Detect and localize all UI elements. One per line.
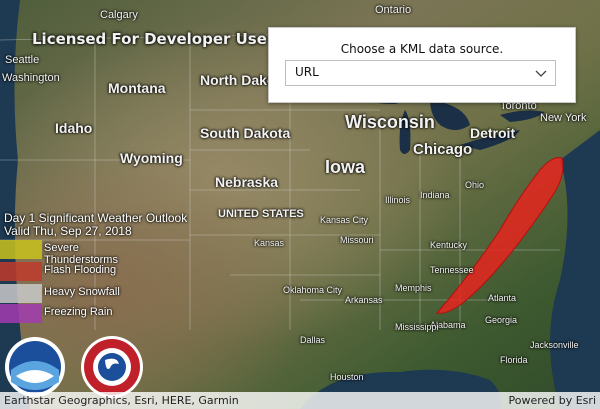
kml-source-dropdown[interactable]: URL [285, 60, 556, 86]
legend-item-severe-thunderstorms: Severe Thunderstorms [0, 240, 150, 266]
map-label-indiana: Indiana [420, 190, 450, 200]
map-label-country: UNITED STATES [218, 208, 304, 220]
legend-title: Day 1 Significant Weather Outlook Valid … [4, 212, 187, 238]
legend-swatch [0, 304, 42, 323]
legend-item-flash-flooding: Flash Flooding [0, 262, 150, 281]
powered-by-esri[interactable]: Powered by Esri [508, 394, 596, 407]
legend-title-line2: Valid Thu, Sep 27, 2018 [4, 224, 132, 238]
map-label-jacksonville: Jacksonville [530, 340, 579, 350]
map-label-florida: Florida [500, 355, 528, 365]
map-label-wyoming: Wyoming [120, 150, 183, 166]
map-label-iowa: Iowa [325, 157, 366, 177]
map-label-nebraska: Nebraska [215, 174, 279, 190]
legend-swatch [0, 284, 42, 303]
legend-item-freezing-rain: Freezing Rain [0, 304, 150, 323]
kml-source-panel: Choose a KML data source. URL [268, 27, 576, 103]
map-label-wisconsin: Wisconsin [345, 112, 435, 132]
legend-item-heavy-snowfall: Heavy Snowfall [0, 284, 150, 303]
national-weather-service-logo [81, 336, 143, 398]
legend-label: Heavy Snowfall [44, 286, 120, 298]
map-label-memphis: Memphis [395, 283, 432, 293]
map-label-detroit: Detroit [470, 125, 516, 141]
attribution-bar: Earthstar Geographics, Esri, HERE, Garmi… [0, 392, 600, 409]
map-label-ontario: Ontario [375, 4, 412, 16]
map-label-georgia: Georgia [485, 315, 518, 325]
map-label-kentucky: Kentucky [430, 240, 468, 250]
map-label-calgary: Calgary [100, 9, 138, 21]
map-label-chicago: Chicago [413, 141, 473, 158]
map-label-south-dakota: South Dakota [200, 125, 291, 141]
map-label-tennessee: Tennessee [430, 265, 474, 275]
map-label-arkansas: Arkansas [345, 295, 383, 305]
map-label-atlanta: Atlanta [488, 293, 517, 303]
map-label-oklahoma-city: Oklahoma City [283, 285, 343, 295]
legend-swatch [0, 262, 42, 281]
map-label-dallas: Dallas [300, 335, 326, 345]
map-label-kansas: Kansas [254, 238, 285, 248]
noaa-logo [5, 337, 65, 397]
map-label-houston: Houston [330, 372, 364, 382]
map-label-washington: Washington [2, 72, 60, 84]
map-label-missouri: Missouri [340, 235, 374, 245]
panel-title: Choose a KML data source. [340, 42, 504, 56]
map-label-new-york: New York [540, 112, 587, 124]
map-label-idaho: Idaho [55, 120, 93, 136]
map-label-mississippi: Mississippi [395, 322, 439, 332]
map-label-ohio: Ohio [465, 180, 485, 190]
selected-source-value: URL [295, 65, 319, 79]
legend-swatch [0, 240, 42, 259]
map-label-seattle: Seattle [5, 54, 40, 66]
legend-label: Freezing Rain [44, 306, 113, 318]
map-label-kansas-city: Kansas City [320, 215, 369, 225]
map-label-montana: Montana [108, 80, 166, 96]
legend-label: Flash Flooding [44, 264, 117, 276]
map-label-illinois: Illinois [385, 195, 411, 205]
attribution-text[interactable]: Earthstar Geographics, Esri, HERE, Garmi… [4, 394, 239, 407]
chevron-down-icon [535, 70, 547, 77]
